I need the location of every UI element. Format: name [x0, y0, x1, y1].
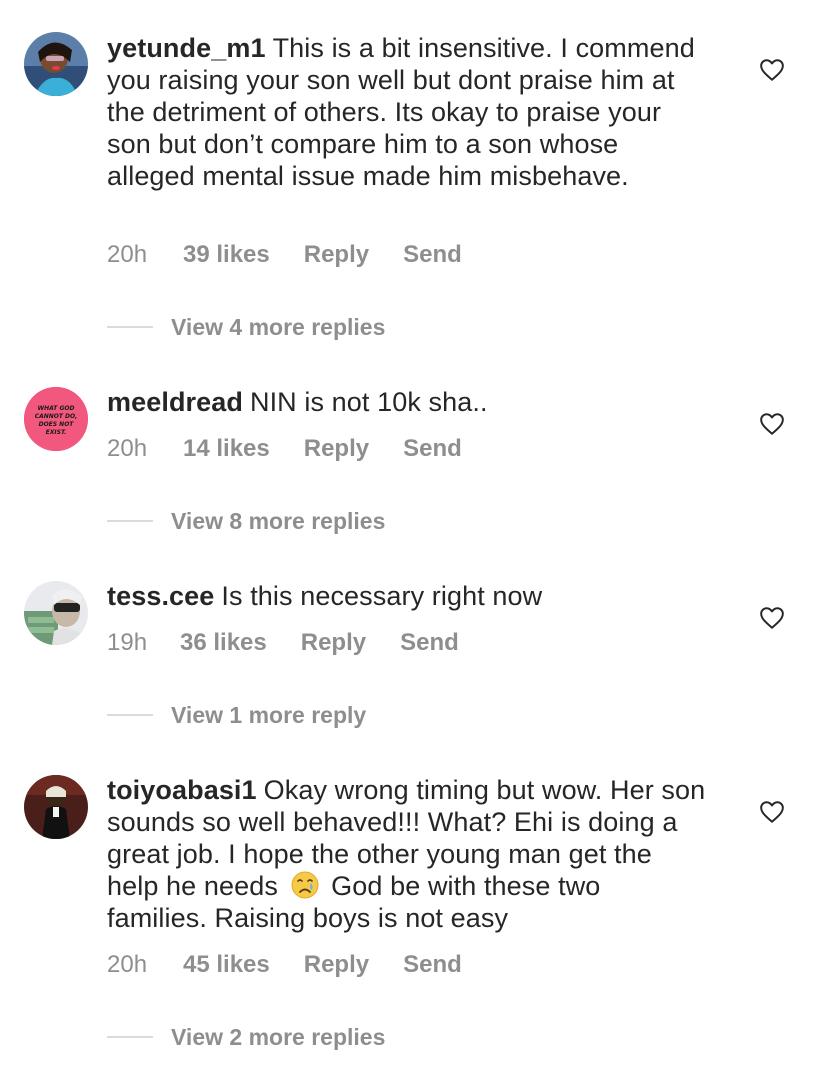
- comment-time: 20h: [107, 435, 148, 462]
- like-heart-icon[interactable]: [759, 57, 785, 83]
- reply-button[interactable]: Reply: [304, 951, 369, 979]
- comment-time: 20h: [107, 241, 148, 268]
- comment-body: yetunde_m1 This is a bit insensitive. I c…: [107, 32, 707, 192]
- avatar[interactable]: WHAT GOD CANNOT DO, DOES NOT EXIST.: [24, 387, 88, 451]
- avatar-quote-line-1: WHAT GOD: [38, 405, 75, 412]
- view-more-label: View 8 more replies: [171, 507, 386, 534]
- comment-username[interactable]: toiyoabasi1: [107, 775, 257, 805]
- send-button[interactable]: Send: [403, 435, 462, 463]
- comment-text: NIN is not 10k sha..: [249, 387, 488, 417]
- comment-username[interactable]: meeldread: [107, 387, 243, 417]
- reply-button[interactable]: Reply: [304, 241, 369, 269]
- comment-username[interactable]: yetunde_m1: [107, 33, 266, 63]
- view-more-label: View 2 more replies: [171, 1023, 386, 1050]
- avatar[interactable]: [24, 581, 88, 645]
- view-more-label: View 1 more reply: [171, 701, 367, 728]
- comment-time: 19h: [107, 629, 148, 656]
- comment-body: meeldread NIN is not 10k sha..: [107, 386, 707, 418]
- avatar-quote-line-2: CANNOT DO,: [35, 413, 78, 420]
- avatar[interactable]: [24, 775, 88, 839]
- view-more-label: View 4 more replies: [171, 313, 386, 340]
- comment-meta: 20h 39 likes Reply Send: [107, 239, 462, 271]
- avatar[interactable]: [24, 32, 88, 96]
- send-button[interactable]: Send: [403, 241, 462, 269]
- like-heart-icon[interactable]: [759, 605, 785, 631]
- comment-meta: 20h 45 likes Reply Send: [107, 949, 462, 981]
- user-photo-avatar-icon: [24, 775, 88, 839]
- divider-line: [107, 520, 153, 522]
- send-button[interactable]: Send: [403, 951, 462, 979]
- view-more-replies[interactable]: View 8 more replies: [107, 506, 385, 536]
- comment-body: tess.cee Is this necessary right now: [107, 580, 707, 612]
- send-button[interactable]: Send: [400, 629, 459, 657]
- like-heart-icon[interactable]: [759, 799, 785, 825]
- likes-count[interactable]: 36 likes: [180, 629, 267, 657]
- divider-line: [107, 1036, 153, 1038]
- comment-text: Is this necessary right now: [221, 581, 543, 611]
- reply-button[interactable]: Reply: [304, 435, 369, 463]
- avatar-quote-line-4: EXIST.: [46, 429, 67, 436]
- likes-count[interactable]: 45 likes: [183, 951, 270, 979]
- user-photo-avatar-icon: [24, 581, 88, 645]
- comment-time: 20h: [107, 951, 148, 978]
- comment-body: toiyoabasi1 Okay wrong timing but wow. He…: [107, 774, 707, 934]
- likes-count[interactable]: 14 likes: [183, 435, 270, 463]
- view-more-replies[interactable]: View 4 more replies: [107, 312, 385, 342]
- view-more-replies[interactable]: View 2 more replies: [107, 1022, 385, 1052]
- divider-line: [107, 714, 153, 716]
- comment-meta: 20h 14 likes Reply Send: [107, 433, 462, 465]
- likes-count[interactable]: 39 likes: [183, 241, 270, 269]
- user-photo-avatar-icon: [24, 32, 88, 96]
- view-more-replies[interactable]: View 1 more reply: [107, 700, 366, 730]
- comment-meta: 19h 36 likes Reply Send: [107, 627, 459, 659]
- crying-face-emoji-icon: [290, 870, 320, 900]
- like-heart-icon[interactable]: [759, 411, 785, 437]
- comment-username[interactable]: tess.cee: [107, 581, 214, 611]
- reply-button[interactable]: Reply: [301, 629, 366, 657]
- divider-line: [107, 326, 153, 328]
- avatar-quote-line-3: DOES NOT: [39, 421, 75, 428]
- quote-avatar-icon: WHAT GOD CANNOT DO, DOES NOT EXIST.: [24, 387, 88, 451]
